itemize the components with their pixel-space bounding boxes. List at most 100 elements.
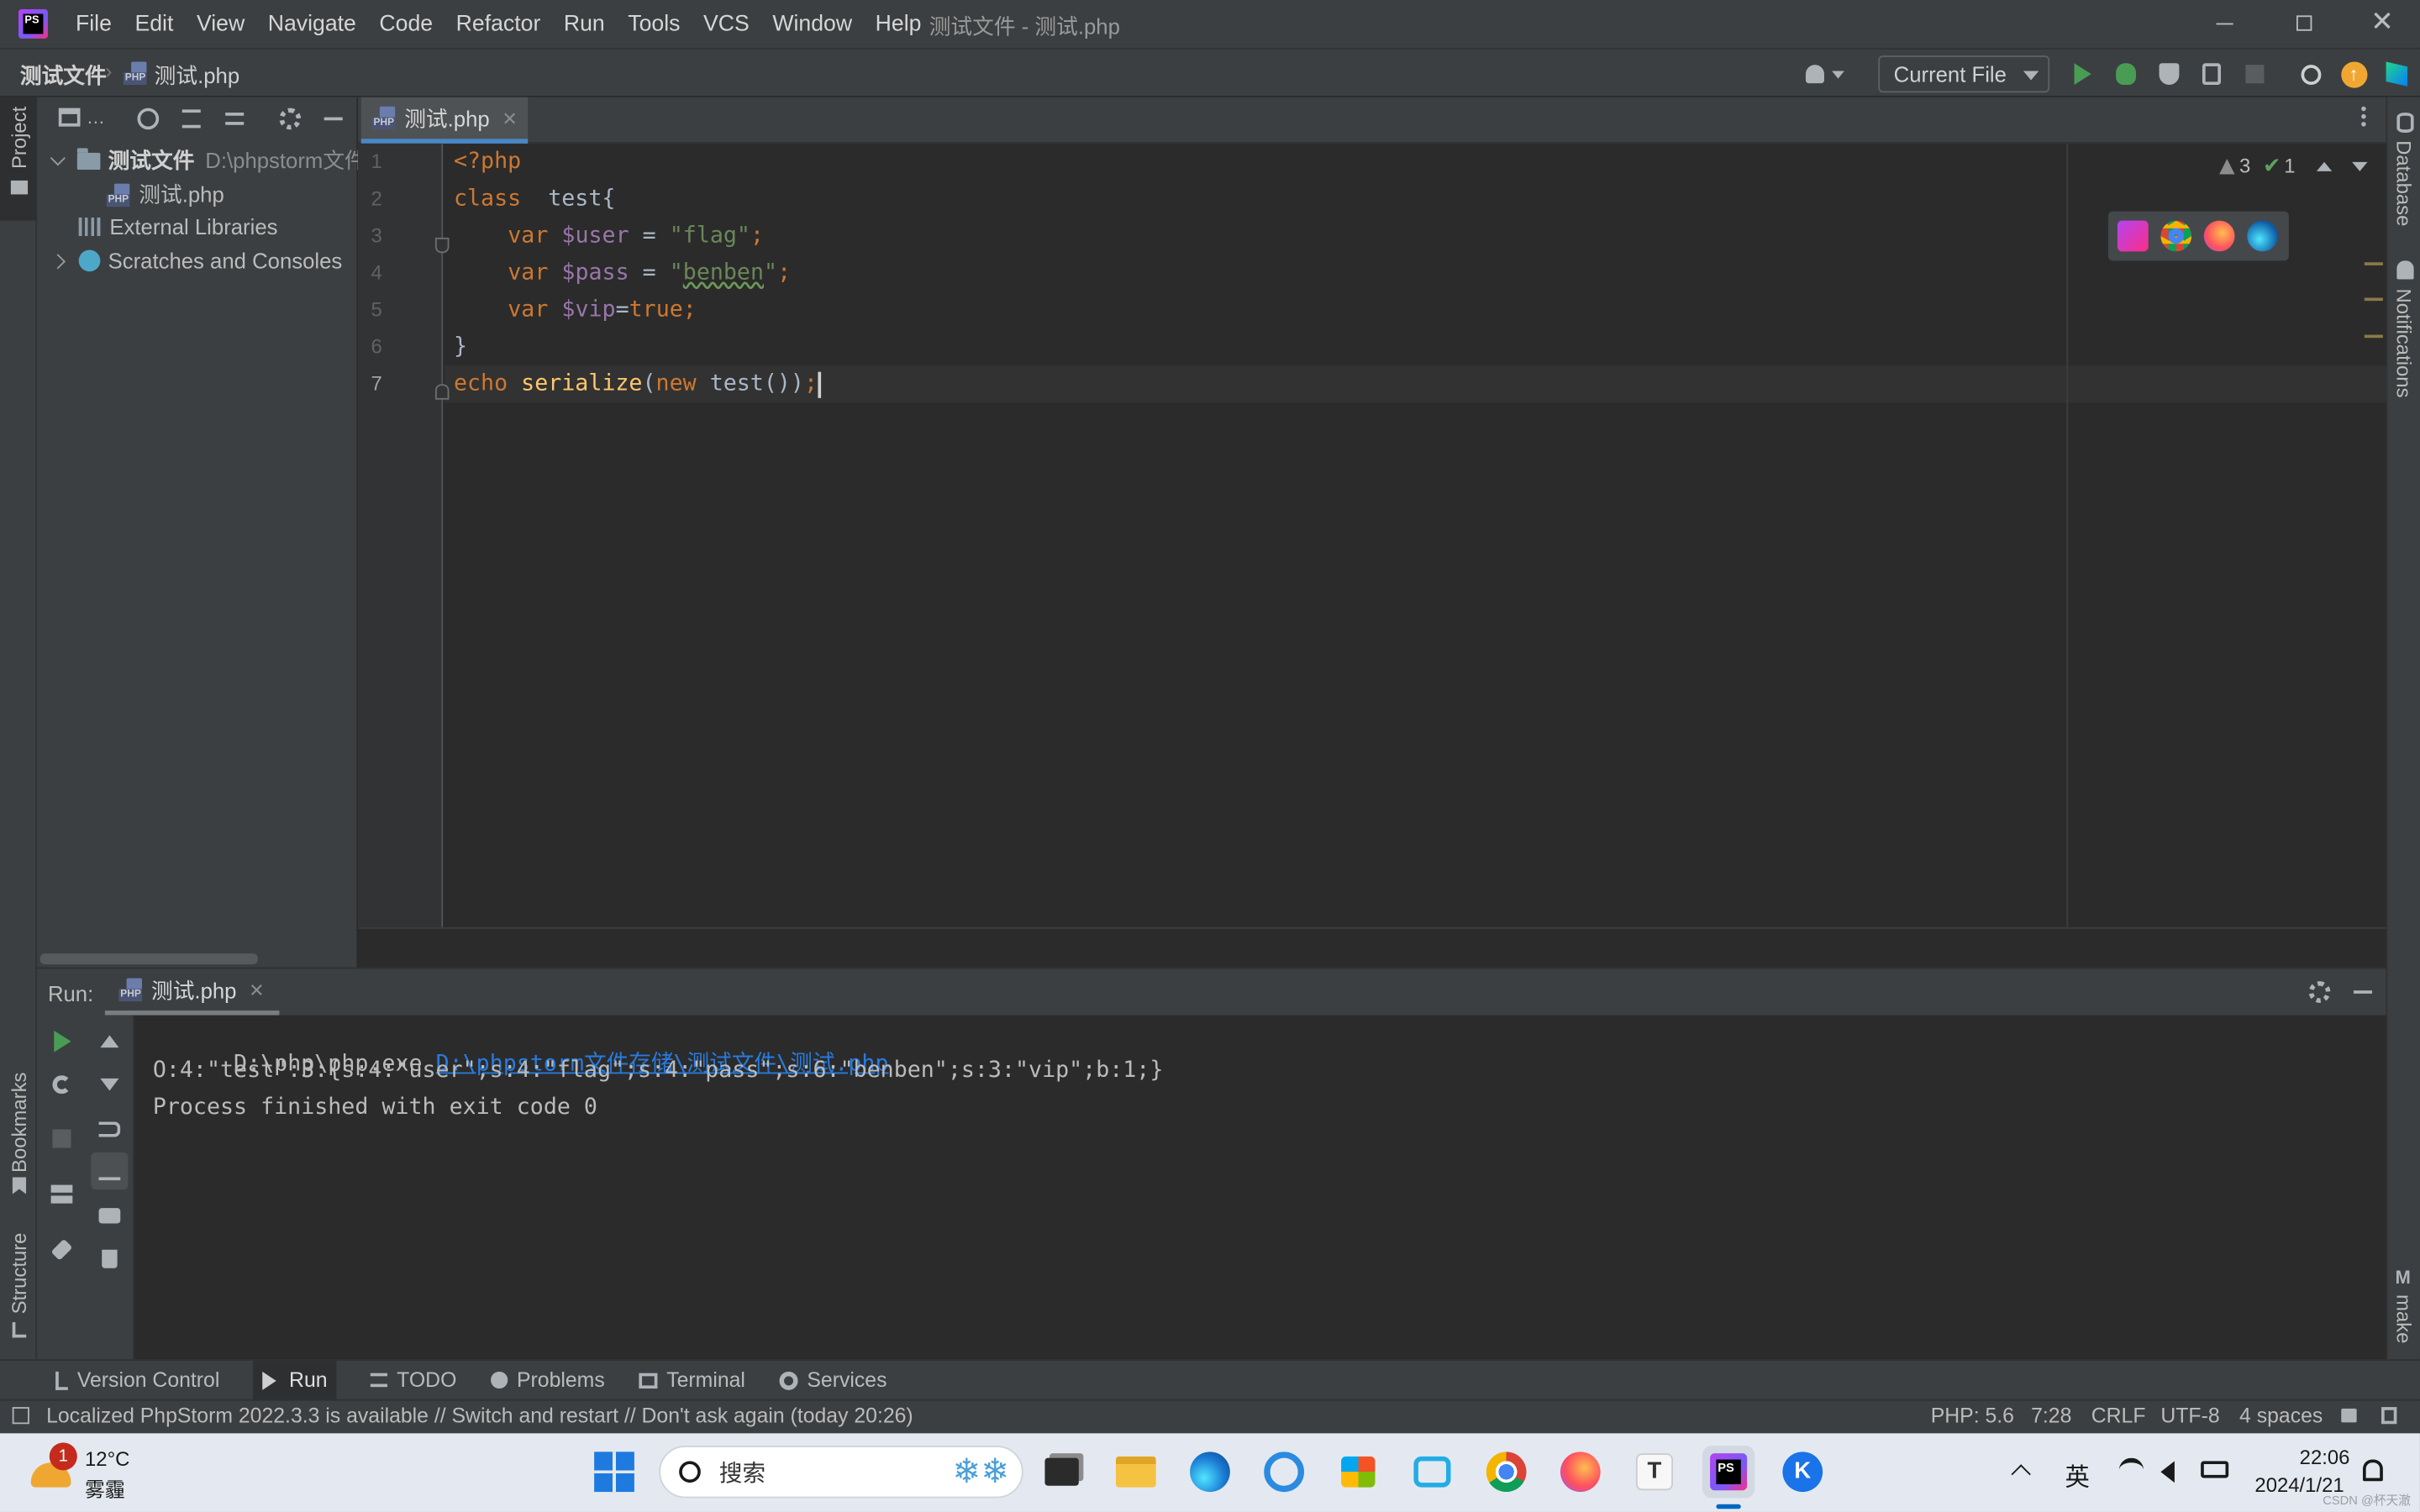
menu-navigate[interactable]: Navigate — [268, 12, 356, 36]
toggle-tool-windows-icon[interactable] — [12, 1407, 29, 1425]
chevron-up-icon[interactable] — [2011, 1464, 2031, 1484]
minimize-button[interactable] — [2216, 23, 2233, 25]
code-line-2[interactable]: class test{ — [454, 181, 615, 218]
project-tool-tab[interactable]: Project — [0, 97, 38, 221]
store-app[interactable] — [1332, 1446, 1384, 1498]
code-line-6[interactable]: } — [454, 328, 467, 365]
tab-version-control[interactable]: Version Control — [55, 1360, 219, 1400]
ime-indicator[interactable]: 英 — [2065, 1457, 2090, 1494]
notifications-tool-tab[interactable]: Notifications — [2387, 258, 2420, 406]
chrome-icon[interactable] — [2160, 220, 2192, 252]
file-explorer-app[interactable] — [1110, 1446, 1162, 1498]
restore-button[interactable] — [2296, 15, 2312, 31]
structure-tool-tab[interactable]: Structure — [0, 1226, 37, 1350]
fold-marker-icon[interactable] — [434, 384, 450, 400]
updates-button[interactable]: ↑ — [2337, 57, 2370, 91]
stop-button[interactable] — [2238, 57, 2271, 91]
stop-run-button[interactable] — [45, 1121, 78, 1155]
tree-item-project-root[interactable]: 测试文件 D:\phpstorm文件 — [50, 144, 366, 177]
project-view-selector[interactable]: … — [58, 107, 105, 128]
code-line-3[interactable]: var $user = "flag"; — [454, 218, 764, 255]
tab-run[interactable]: Run — [253, 1360, 337, 1400]
code-line-5[interactable]: var $vip = true; — [454, 291, 697, 328]
menu-vcs[interactable]: VCS — [703, 12, 750, 36]
hide-run-panel-button[interactable] — [2346, 975, 2380, 1009]
menu-view[interactable]: View — [197, 12, 245, 36]
edit-config-button[interactable] — [45, 1068, 78, 1101]
run-button[interactable] — [2065, 57, 2099, 91]
bookmarks-tool-tab[interactable]: Bookmarks — [0, 1063, 37, 1205]
tree-item-scratches[interactable]: Scratches and Consoles — [50, 244, 342, 277]
phpstorm-browser-icon[interactable] — [2117, 220, 2149, 252]
clear-all-button[interactable] — [92, 1242, 126, 1276]
taskbar-search[interactable]: 搜索 ❄❄ — [659, 1445, 1023, 1499]
tab-problems[interactable]: Problems — [490, 1360, 605, 1400]
editor-tab-active[interactable]: 测试.php ✕ — [360, 97, 529, 144]
firefox-app[interactable] — [1555, 1446, 1607, 1498]
breadcrumb-project[interactable]: 测试文件 — [20, 60, 107, 92]
lock-icon[interactable] — [2341, 1408, 2357, 1423]
error-stripe-mark[interactable] — [2364, 297, 2383, 302]
wifi-icon[interactable] — [2118, 1457, 2144, 1483]
scroll-to-end-button[interactable] — [91, 1152, 129, 1190]
tab-terminal[interactable]: Terminal — [639, 1360, 745, 1400]
menu-run[interactable]: Run — [564, 12, 605, 36]
indent-setting[interactable]: 4 spaces — [2239, 1404, 2323, 1427]
coverage-button[interactable] — [2151, 57, 2185, 91]
fold-marker-icon[interactable] — [434, 237, 450, 254]
status-message[interactable]: Localized PhpStorm 2022.3.3 is available… — [46, 1404, 913, 1427]
battery-icon[interactable] — [2201, 1461, 2229, 1478]
next-highlight-icon[interactable] — [2352, 160, 2368, 171]
jetbrains-toolbox-button[interactable] — [2380, 57, 2413, 91]
run-config-select[interactable]: Current File — [1878, 55, 2050, 93]
line-separator[interactable]: CRLF — [2091, 1404, 2146, 1427]
tree-item-external-libraries[interactable]: External Libraries — [78, 210, 278, 244]
tab-options-button[interactable] — [2361, 106, 2366, 112]
hide-project-button[interactable] — [317, 102, 350, 135]
tab-todo[interactable]: TODO — [370, 1360, 456, 1400]
code-line-7[interactable]: echo serialize(new test()); — [454, 365, 821, 402]
bilibili-app[interactable] — [1406, 1446, 1458, 1498]
project-options-button[interactable] — [273, 102, 307, 135]
edge-dev-app[interactable] — [1258, 1446, 1310, 1498]
k-app[interactable]: K — [1776, 1446, 1828, 1498]
code-line-1[interactable]: <?php — [454, 144, 521, 181]
pin-tab-button[interactable] — [45, 1233, 78, 1267]
breadcrumb-file[interactable]: 测试.php — [155, 60, 239, 92]
close-tab-icon[interactable]: ✕ — [502, 108, 517, 129]
debug-button[interactable] — [2108, 57, 2142, 91]
task-view-app[interactable] — [1035, 1446, 1087, 1498]
start-button[interactable] — [588, 1446, 640, 1498]
scroll-down-button[interactable] — [92, 1068, 126, 1101]
typora-app[interactable]: T — [1628, 1446, 1681, 1498]
menu-edit[interactable]: Edit — [134, 12, 173, 36]
profile-button[interactable] — [2195, 57, 2228, 91]
run-panel-settings-button[interactable] — [2302, 975, 2336, 1009]
volume-icon[interactable] — [2160, 1461, 2175, 1483]
edge-app[interactable] — [1184, 1446, 1236, 1498]
firefox-icon[interactable] — [2203, 220, 2235, 252]
phpstorm-app[interactable]: PS — [1702, 1445, 1755, 1499]
previous-highlight-icon[interactable] — [2317, 160, 2333, 171]
menu-help[interactable]: Help — [876, 12, 922, 36]
file-encoding[interactable]: UTF-8 — [2160, 1404, 2219, 1427]
menu-file[interactable]: File — [76, 12, 112, 36]
menu-refactor[interactable]: Refactor — [456, 12, 541, 36]
close-tab-icon[interactable]: ✕ — [249, 979, 264, 1000]
notification-bell-icon[interactable] — [2362, 1459, 2383, 1482]
collapse-all-button[interactable] — [218, 102, 251, 135]
php-language-level[interactable]: PHP: 5.6 — [1931, 1404, 2014, 1427]
chrome-app[interactable] — [1480, 1446, 1532, 1498]
locate-file-button[interactable] — [131, 102, 165, 135]
tree-item-file[interactable]: 测试.php — [106, 177, 224, 211]
soft-wrap-button[interactable] — [92, 1112, 126, 1146]
inspector-icon[interactable] — [2381, 1407, 2397, 1425]
tab-services[interactable]: Services — [779, 1360, 886, 1400]
database-tool-tab[interactable]: Database — [2387, 109, 2420, 233]
error-stripe-mark[interactable] — [2364, 262, 2383, 265]
make-tool-tab[interactable]: M make — [2387, 1267, 2420, 1350]
menu-code[interactable]: Code — [379, 12, 433, 36]
layout-button[interactable] — [45, 1177, 78, 1210]
caret-position[interactable]: 7:28 — [2031, 1404, 2071, 1427]
edge-icon[interactable] — [2247, 220, 2278, 252]
